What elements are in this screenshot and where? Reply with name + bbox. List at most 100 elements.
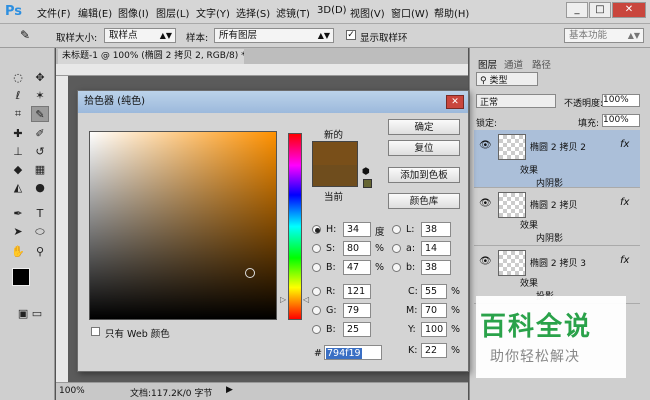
s-radio[interactable] [312,244,321,253]
menu-window[interactable]: 窗口(W) [391,5,429,20]
h-input[interactable]: 34 [343,222,371,237]
menu-layer[interactable]: 图层(L) [156,5,189,20]
g-radio[interactable] [312,306,321,315]
menu-type[interactable]: 文字(Y) [196,5,230,20]
hand-tool-icon[interactable]: ✋ [9,244,27,260]
marquee-tool-icon[interactable]: ◌ [9,70,27,86]
path-select-icon[interactable]: ➤ [9,224,27,240]
lab-b-radio[interactable] [392,263,401,272]
workspace-select[interactable]: 基本功能 ▲▼ [564,28,644,43]
magic-wand-icon[interactable]: ✶ [31,88,49,104]
menu-image[interactable]: 图像(I) [118,5,149,20]
lab-b-input[interactable]: 38 [421,260,451,275]
k-input[interactable]: 22 [421,343,447,358]
current-color-swatch[interactable] [312,165,358,187]
menu-3d[interactable]: 3D(D) [317,5,347,16]
r-input[interactable]: 121 [343,284,371,299]
ok-button[interactable]: 确定 [388,119,460,135]
sample-size-select[interactable]: 取样点 ▲▼ [104,28,176,43]
move-tool-icon[interactable]: ✥ [31,70,49,86]
menu-edit[interactable]: 编辑(E) [78,5,112,20]
eye-icon[interactable]: 👁 [479,198,492,209]
close-icon[interactable]: ✕ [446,95,464,109]
layer-filter-select[interactable]: ⚲ 类型 [476,72,538,86]
l-input[interactable]: 38 [421,222,451,237]
lasso-tool-icon[interactable]: ℓ [9,88,27,104]
hue-slider-right-arrow-icon[interactable]: ◁ [303,295,309,304]
eye-icon[interactable]: 👁 [479,256,492,267]
eye-icon[interactable]: 👁 [479,140,492,151]
layer-row[interactable]: 👁 椭圆 2 拷贝 fx 效果 内阴影 [474,188,640,246]
quick-mask-icon[interactable]: ▣ ▭ [10,306,50,322]
layer-name[interactable]: 椭圆 2 拷贝 2 [530,140,586,153]
fill-input[interactable]: 100% [602,114,640,127]
blur-tool-icon[interactable]: ◭ [9,180,27,196]
healing-brush-icon[interactable]: ✚ [9,126,27,142]
eyedropper-icon[interactable]: ✎ [20,28,30,42]
web-safe-swatch[interactable] [363,179,372,188]
pen-tool-icon[interactable]: ✒ [9,206,27,222]
blend-mode-select[interactable]: 正常 [476,94,556,108]
b-input[interactable]: 47 [343,260,371,275]
color-field[interactable] [89,131,277,320]
eraser-tool-icon[interactable]: ◆ [9,162,27,178]
fx-icon[interactable]: fx [620,255,629,266]
hue-slider-left-arrow-icon[interactable]: ▷ [280,295,286,304]
menu-filter[interactable]: 滤镜(T) [276,5,310,20]
hex-input[interactable]: 794f19 [324,345,382,360]
clone-stamp-icon[interactable]: ⊥ [9,144,27,160]
fx-icon[interactable]: fx [620,197,629,208]
a-input[interactable]: 14 [421,241,451,256]
maximize-button[interactable]: □ [589,2,611,18]
y-input[interactable]: 100 [421,322,447,337]
history-brush-icon[interactable]: ↺ [31,144,49,160]
menu-bar: Ps 文件(F) 编辑(E) 图像(I) 图层(L) 文字(Y) 选择(S) 滤… [0,0,650,24]
menu-help[interactable]: 帮助(H) [434,5,469,20]
layer-row[interactable]: 👁 椭圆 2 拷贝 2 fx 效果 内阴影 [474,130,640,189]
layer-name[interactable]: 椭圆 2 拷贝 [530,198,577,211]
foreground-color-swatch[interactable] [12,268,30,286]
ellipse-tool-icon[interactable]: ⬭ [31,224,49,240]
b-radio[interactable] [312,263,321,272]
c-input[interactable]: 55 [421,284,447,299]
tab-paths[interactable]: 路径 [532,57,551,71]
color-field-marker[interactable] [245,268,255,278]
menu-select[interactable]: 选择(S) [236,5,270,20]
blue-radio[interactable] [312,325,321,334]
type-tool-icon[interactable]: T [31,206,49,222]
document-tab[interactable]: 未标题-1 @ 100% (椭圆 2 拷贝 2, RGB/8) * [58,49,244,64]
crop-tool-icon[interactable]: ⌗ [9,106,27,122]
tab-channels[interactable]: 通道 [504,57,523,71]
zoom-tool-icon[interactable]: ⚲ [31,244,49,260]
cube-icon[interactable]: ⬢ [362,167,370,177]
hue-slider[interactable] [288,133,302,320]
fx-icon[interactable]: fx [620,139,629,150]
a-radio[interactable] [392,244,401,253]
web-colors-checkbox[interactable] [91,327,100,336]
dodge-tool-icon[interactable]: ● [31,180,49,196]
add-to-swatches-button[interactable]: 添加到色板 [388,167,460,183]
close-app-button[interactable]: ✕ [612,2,646,18]
g-input[interactable]: 79 [343,303,371,318]
menu-file[interactable]: 文件(F) [37,5,71,20]
status-menu-arrow-icon[interactable]: ▶ [226,385,233,395]
gradient-tool-icon[interactable]: ▦ [31,162,49,178]
menu-view[interactable]: 视图(V) [350,5,385,20]
m-input[interactable]: 70 [421,303,447,318]
color-libraries-button[interactable]: 颜色库 [388,193,460,209]
show-ring-checkbox[interactable]: ✓ [346,30,356,40]
tab-layers[interactable]: 图层 [478,57,497,71]
minimize-button[interactable]: _ [566,2,588,18]
brush-tool-icon[interactable]: ✐ [31,126,49,142]
l-radio[interactable] [392,225,401,234]
r-radio[interactable] [312,287,321,296]
layer-name[interactable]: 椭圆 2 拷贝 3 [530,256,586,269]
sample-select[interactable]: 所有图层 ▲▼ [214,28,334,43]
h-radio[interactable] [312,225,321,234]
reset-button[interactable]: 复位 [388,140,460,156]
s-input[interactable]: 80 [343,241,371,256]
opacity-input[interactable]: 100% [602,94,640,107]
eyedropper-tool-icon[interactable]: ✎ [31,106,49,122]
blue-input[interactable]: 25 [343,322,371,337]
zoom-level[interactable]: 100% [59,386,85,396]
